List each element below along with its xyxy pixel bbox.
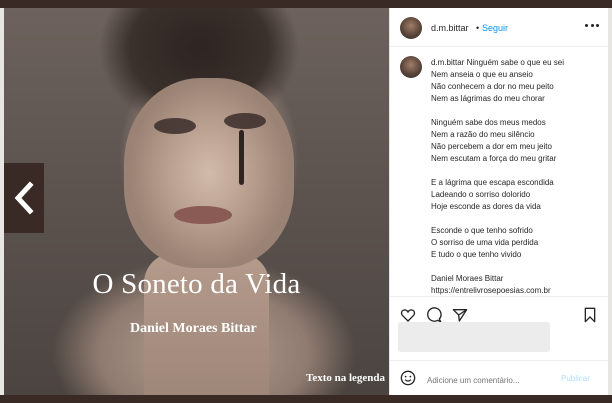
publish-button[interactable]: Publicar <box>561 374 590 383</box>
emoji-icon[interactable] <box>400 370 416 386</box>
post-header: d.m.bittar • Seguir <box>390 8 609 47</box>
image-tear <box>239 130 244 185</box>
image-title: O Soneto da Vida <box>92 268 301 300</box>
chevron-left-icon <box>14 181 34 215</box>
bottom-border <box>0 395 612 403</box>
previous-button[interactable] <box>4 163 44 233</box>
comment-icon[interactable] <box>426 307 442 323</box>
top-border <box>0 0 612 8</box>
avatar[interactable] <box>400 17 422 39</box>
comment-bar: Publicar <box>390 360 609 396</box>
likes-placeholder <box>398 322 550 352</box>
post-side-panel: d.m.bittar • Seguir d.m.bittar Ninguém s… <box>389 8 609 395</box>
image-eye-left <box>154 118 196 134</box>
more-icon[interactable] <box>585 20 599 30</box>
follow-button[interactable]: Seguir <box>482 23 508 33</box>
post-image[interactable]: O Soneto da Vida Daniel Moraes Bittar Te… <box>4 8 389 395</box>
image-note: Texto na legenda <box>306 372 386 384</box>
heart-icon[interactable] <box>400 307 416 323</box>
bookmark-icon[interactable] <box>582 307 598 323</box>
image-eye-right <box>224 113 266 129</box>
header-username[interactable]: d.m.bittar <box>431 23 469 33</box>
image-lips <box>174 206 232 224</box>
caption-text: d.m.bittar Ninguém sabe o que eu sei Nem… <box>431 58 564 295</box>
comment-input[interactable] <box>425 370 569 390</box>
header-separator: • <box>476 23 480 33</box>
share-icon[interactable] <box>452 307 468 323</box>
image-author: Daniel Moraes Bittar <box>130 321 257 336</box>
caption: d.m.bittar Ninguém sabe o que eu sei Nem… <box>390 46 609 296</box>
caption-avatar[interactable] <box>400 56 422 78</box>
right-edge <box>608 8 612 395</box>
image-face <box>124 78 294 268</box>
post-viewer: O Soneto da Vida Daniel Moraes Bittar Te… <box>0 0 612 403</box>
